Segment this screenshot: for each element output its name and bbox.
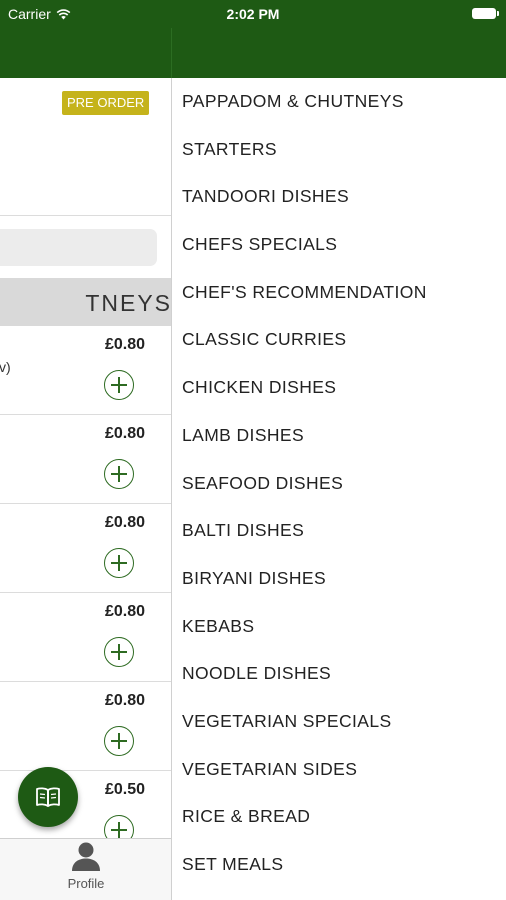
- header-divider: [171, 28, 172, 78]
- category-item-vegetarian-sides[interactable]: VEGETARIAN SIDES: [172, 746, 506, 794]
- status-time: 2:02 PM: [226, 6, 280, 22]
- category-list: PAPPADOM & CHUTNEYS STARTERS TANDOORI DI…: [172, 78, 506, 889]
- menu-item-row[interactable]: £0.80: [0, 504, 171, 593]
- item-price: £0.80: [104, 336, 145, 353]
- menu-item-row[interactable]: £0.80: [0, 415, 171, 504]
- item-price: £0.80: [104, 603, 145, 620]
- category-item-noodle-dishes[interactable]: NOODLE DISHES: [172, 650, 506, 698]
- category-item-starters[interactable]: STARTERS: [172, 126, 506, 174]
- category-item-tandoori-dishes[interactable]: TANDOORI DISHES: [172, 173, 506, 221]
- add-item-icon[interactable]: [104, 726, 134, 756]
- category-drawer: PAPPADOM & CHUTNEYS STARTERS TANDOORI DI…: [172, 78, 506, 900]
- category-item-balti-dishes[interactable]: BALTI DISHES: [172, 507, 506, 555]
- menu-item-row[interactable]: £0.80: [0, 593, 171, 682]
- category-header: TNEYS: [0, 278, 171, 326]
- category-item-seafood-dishes[interactable]: SEAFOOD DISHES: [172, 460, 506, 508]
- battery-icon: [472, 8, 499, 19]
- status-bar: Carrier 2:02 PM: [0, 0, 506, 28]
- category-item-lamb-dishes[interactable]: LAMB DISHES: [172, 412, 506, 460]
- person-icon: [72, 842, 100, 871]
- add-item-icon[interactable]: [104, 459, 134, 489]
- bottom-tab-bar: Profile: [0, 838, 171, 900]
- menu-item-row[interactable]: £0.80: [0, 682, 171, 771]
- add-item-icon[interactable]: [104, 637, 134, 667]
- divider: [0, 215, 171, 216]
- category-item-chefs-specials[interactable]: CHEFS SPECIALS: [172, 221, 506, 269]
- tab-profile-label: Profile: [67, 876, 105, 891]
- menu-fab-button[interactable]: [18, 767, 78, 827]
- item-price: £0.80: [104, 514, 145, 531]
- category-item-chefs-recommendation[interactable]: CHEF'S RECOMMENDATION: [172, 269, 506, 317]
- item-price: £0.80: [104, 692, 145, 709]
- category-item-pappadom-chutneys[interactable]: PAPPADOM & CHUTNEYS: [172, 78, 506, 126]
- menu-item-row[interactable]: £0.80 v): [0, 326, 171, 415]
- category-item-chicken-dishes[interactable]: CHICKEN DISHES: [172, 364, 506, 412]
- item-description: v): [0, 359, 11, 375]
- add-item-icon[interactable]: [104, 548, 134, 578]
- pre-order-badge[interactable]: PRE ORDER: [62, 91, 150, 115]
- app-header: [0, 28, 506, 78]
- category-item-vegetarian-specials[interactable]: VEGETARIAN SPECIALS: [172, 698, 506, 746]
- category-item-rice-bread[interactable]: RICE & BREAD: [172, 793, 506, 841]
- category-header-label: TNEYS: [85, 290, 171, 316]
- category-item-biryani-dishes[interactable]: BIRYANI DISHES: [172, 555, 506, 603]
- category-item-classic-curries[interactable]: CLASSIC CURRIES: [172, 316, 506, 364]
- category-item-kebabs[interactable]: KEBABS: [172, 603, 506, 651]
- item-price: £0.50: [104, 781, 145, 798]
- tab-profile[interactable]: Profile: [55, 841, 117, 897]
- add-item-icon[interactable]: [104, 370, 134, 400]
- category-item-set-meals[interactable]: SET MEALS: [172, 841, 506, 889]
- open-book-icon: [36, 787, 60, 807]
- search-input[interactable]: [0, 229, 157, 266]
- item-price: £0.80: [104, 425, 145, 442]
